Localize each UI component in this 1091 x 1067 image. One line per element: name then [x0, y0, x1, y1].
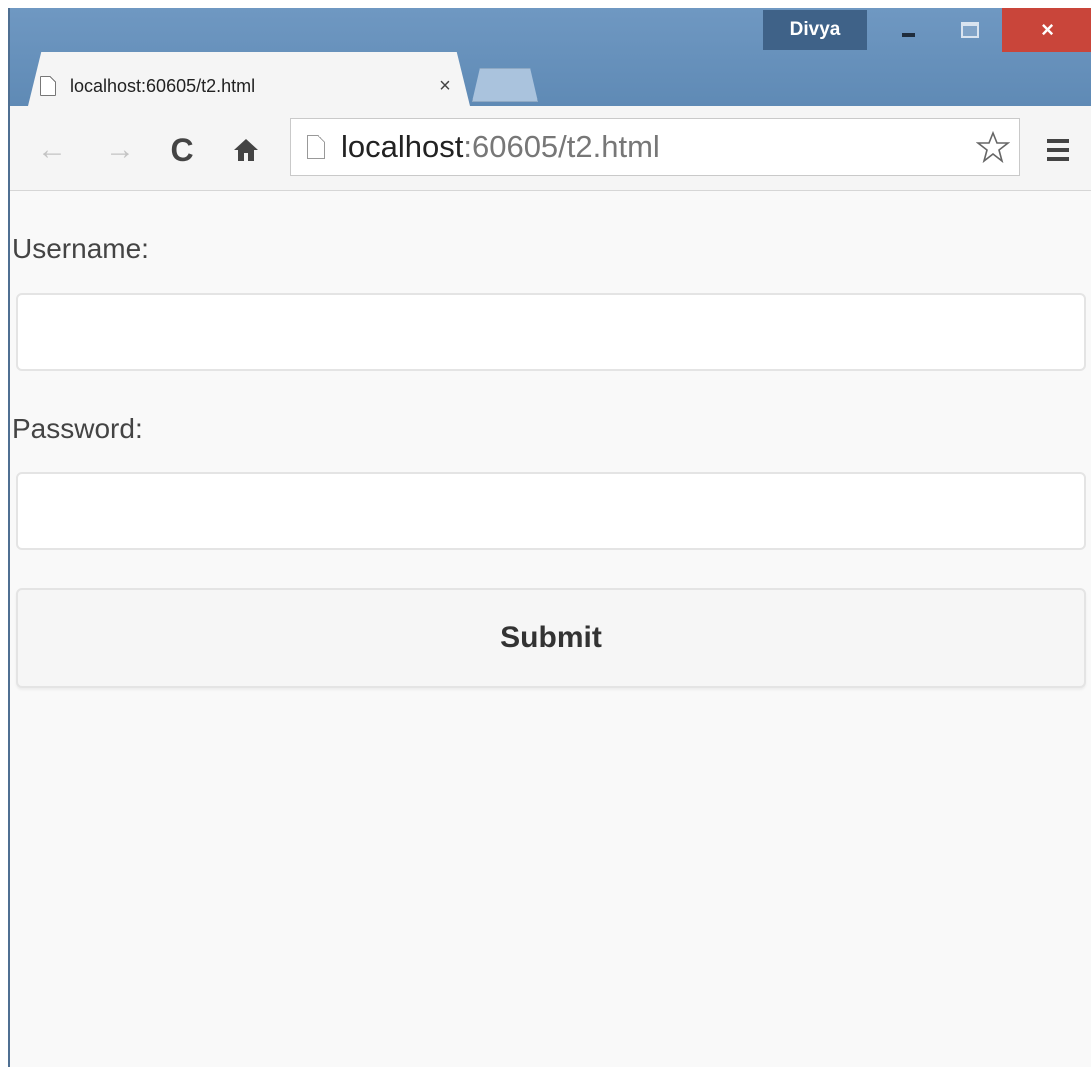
tab-title[interactable]: localhost:60605/t2.html	[70, 76, 430, 97]
tab-close-button[interactable]: ×	[430, 75, 460, 98]
password-input[interactable]	[16, 472, 1086, 550]
hamburger-menu-icon[interactable]	[1040, 130, 1076, 170]
menu-bar	[1047, 139, 1069, 143]
page-icon	[40, 76, 56, 96]
bookmark-button[interactable]	[973, 127, 1013, 167]
page-icon	[307, 135, 325, 159]
menu-bar	[1047, 148, 1069, 152]
maximize-button[interactable]	[948, 8, 992, 52]
submit-button[interactable]: Submit	[16, 588, 1086, 688]
url-path: :60605/t2.html	[463, 129, 660, 164]
home-icon	[234, 139, 258, 161]
password-label: Password:	[12, 413, 143, 444]
new-tab-button[interactable]	[472, 68, 538, 102]
profile-badge[interactable]: Divya	[763, 10, 867, 50]
minimize-button[interactable]	[886, 8, 930, 52]
close-window-button[interactable]: ×	[1002, 8, 1091, 52]
back-button[interactable]: ←	[32, 130, 72, 170]
forward-button[interactable]: →	[100, 130, 140, 170]
home-button[interactable]	[226, 130, 266, 170]
maximize-icon	[961, 22, 979, 38]
tab-content: localhost:60605/t2.html ×	[40, 66, 460, 106]
star-icon	[976, 130, 1010, 164]
browser-window: Divya × localhost:60605/t2.html × ← → C …	[8, 8, 1091, 1067]
browser-toolbar: ← → C localhost:60605/t2.html	[10, 106, 1091, 191]
minimize-icon	[901, 33, 915, 37]
url-host: localhost	[341, 129, 464, 164]
address-bar[interactable]: localhost:60605/t2.html	[290, 118, 1020, 176]
menu-bar	[1047, 157, 1069, 161]
username-input[interactable]	[16, 293, 1086, 371]
url-text[interactable]: localhost:60605/t2.html	[341, 129, 973, 165]
username-label: Username:	[12, 233, 149, 264]
reload-button[interactable]: C	[162, 130, 202, 170]
page-content: Username: Password: Submit	[10, 191, 1091, 1067]
